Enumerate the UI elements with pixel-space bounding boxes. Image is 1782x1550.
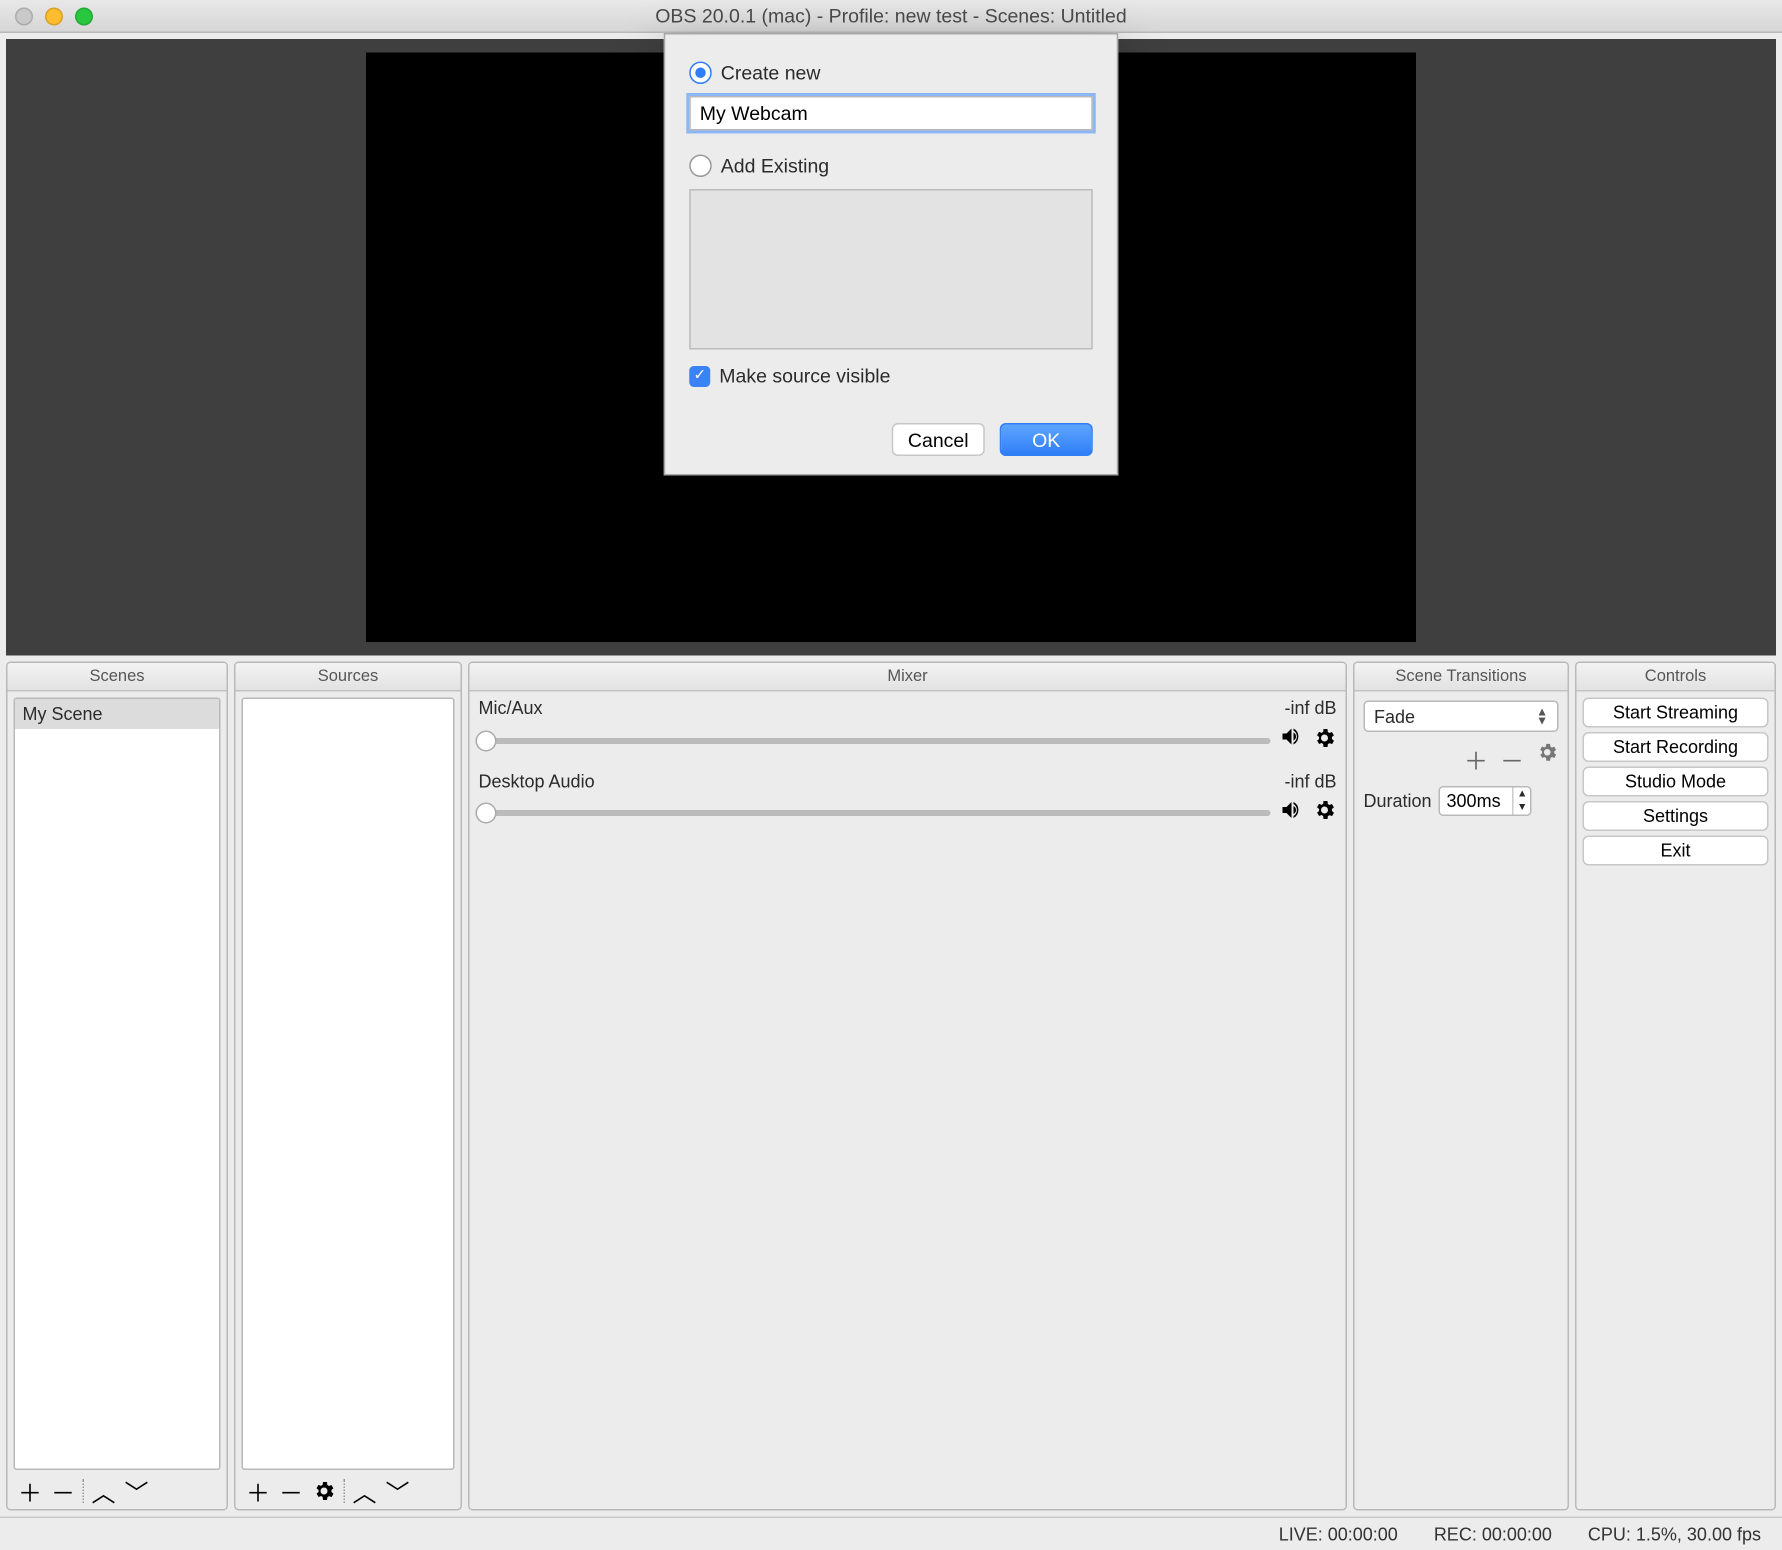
mixer-name: Mic/Aux (479, 698, 543, 719)
window-title: OBS 20.0.1 (mac) - Profile: new test - S… (0, 5, 1782, 28)
spinner-down-icon[interactable]: ▼ (1514, 801, 1530, 815)
add-existing-radio[interactable] (689, 155, 712, 178)
scene-move-up-button[interactable]: ︿ (87, 1476, 120, 1506)
sources-panel: Sources ＋ － ︿ ﹀ (234, 662, 462, 1511)
start-streaming-button[interactable]: Start Streaming (1583, 698, 1769, 728)
transitions-header: Scene Transitions (1355, 663, 1568, 692)
create-source-dialog: Create new Add Existing ✓ Make source vi… (664, 33, 1119, 476)
close-window-button (15, 7, 33, 25)
maximize-window-button[interactable] (75, 7, 93, 25)
minimize-window-button[interactable] (45, 7, 63, 25)
source-move-up-button[interactable]: ︿ (348, 1476, 381, 1506)
mixer-name: Desktop Audio (479, 771, 595, 792)
settings-button[interactable]: Settings (1583, 801, 1769, 831)
source-move-down-button[interactable]: ﹀ (381, 1476, 414, 1506)
source-add-button[interactable]: ＋ (242, 1476, 275, 1506)
scenes-panel: Scenes My Scene ＋ － ︿ ﹀ (6, 662, 228, 1511)
add-existing-label: Add Existing (721, 155, 829, 178)
source-name-input[interactable] (689, 96, 1093, 131)
controls-header: Controls (1577, 663, 1775, 692)
gear-icon[interactable] (1313, 726, 1337, 755)
exit-button[interactable]: Exit (1583, 836, 1769, 866)
panels-dock: Scenes My Scene ＋ － ︿ ﹀ Sources ＋ － ︿ ﹀ … (0, 656, 1782, 1517)
sources-header: Sources (236, 663, 461, 692)
speaker-icon[interactable] (1280, 725, 1304, 757)
separator (83, 1479, 85, 1503)
cancel-button[interactable]: Cancel (892, 423, 985, 456)
mixer-level: -inf dB (1284, 771, 1336, 792)
scenes-list[interactable]: My Scene (14, 698, 221, 1471)
status-rec: REC: 00:00:00 (1434, 1523, 1552, 1544)
mixer-level: -inf dB (1284, 698, 1336, 719)
scene-remove-button[interactable]: － (47, 1476, 80, 1506)
duration-spinner[interactable]: ▲ ▼ (1439, 786, 1532, 816)
source-remove-button[interactable]: － (275, 1476, 308, 1506)
mixer-header: Mixer (470, 663, 1346, 692)
create-new-label: Create new (721, 62, 821, 85)
transitions-panel: Scene Transitions Fade ▲▼ ＋ － Duration ▲ (1353, 662, 1569, 1511)
start-recording-button[interactable]: Start Recording (1583, 732, 1769, 762)
gear-icon (312, 1479, 336, 1503)
gear-icon[interactable] (1313, 798, 1337, 827)
make-visible-checkbox[interactable]: ✓ (689, 365, 710, 386)
mixer-channel-desktop: Desktop Audio -inf dB (479, 771, 1337, 827)
select-arrows-icon: ▲▼ (1536, 707, 1548, 725)
transition-settings-button[interactable] (1536, 741, 1559, 777)
mixer-panel: Mixer Mic/Aux -inf dB (468, 662, 1347, 1511)
scene-move-down-button[interactable]: ﹀ (120, 1476, 153, 1506)
ok-button[interactable]: OK (1000, 423, 1093, 456)
mixer-channel-mic: Mic/Aux -inf dB (479, 698, 1337, 757)
make-visible-label: Make source visible (719, 365, 890, 388)
mixer-volume-slider[interactable] (479, 809, 1271, 815)
status-bar: LIVE: 00:00:00 REC: 00:00:00 CPU: 1.5%, … (0, 1517, 1782, 1550)
controls-panel: Controls Start Streaming Start Recording… (1575, 662, 1776, 1511)
transition-select[interactable]: Fade ▲▼ (1364, 701, 1559, 733)
spinner-up-icon[interactable]: ▲ (1514, 788, 1530, 802)
gear-icon (1536, 741, 1559, 764)
speaker-icon[interactable] (1280, 798, 1304, 827)
status-live: LIVE: 00:00:00 (1279, 1523, 1398, 1544)
sources-list[interactable] (242, 698, 455, 1471)
titlebar: OBS 20.0.1 (mac) - Profile: new test - S… (0, 0, 1782, 33)
existing-sources-list (689, 189, 1093, 350)
status-cpu: CPU: 1.5%, 30.00 fps (1588, 1523, 1761, 1544)
scenes-header: Scenes (8, 663, 227, 692)
transition-add-button[interactable]: ＋ (1464, 741, 1488, 777)
scene-item[interactable]: My Scene (15, 699, 219, 729)
duration-label: Duration (1364, 791, 1432, 812)
mixer-volume-slider[interactable] (479, 737, 1271, 743)
transition-remove-button[interactable]: － (1500, 741, 1524, 777)
separator (344, 1479, 346, 1503)
studio-mode-button[interactable]: Studio Mode (1583, 767, 1769, 797)
create-new-radio[interactable] (689, 62, 712, 85)
duration-input[interactable] (1441, 791, 1513, 812)
source-properties-button[interactable] (308, 1476, 341, 1506)
transition-selected: Fade (1374, 706, 1415, 727)
scene-add-button[interactable]: ＋ (14, 1476, 47, 1506)
